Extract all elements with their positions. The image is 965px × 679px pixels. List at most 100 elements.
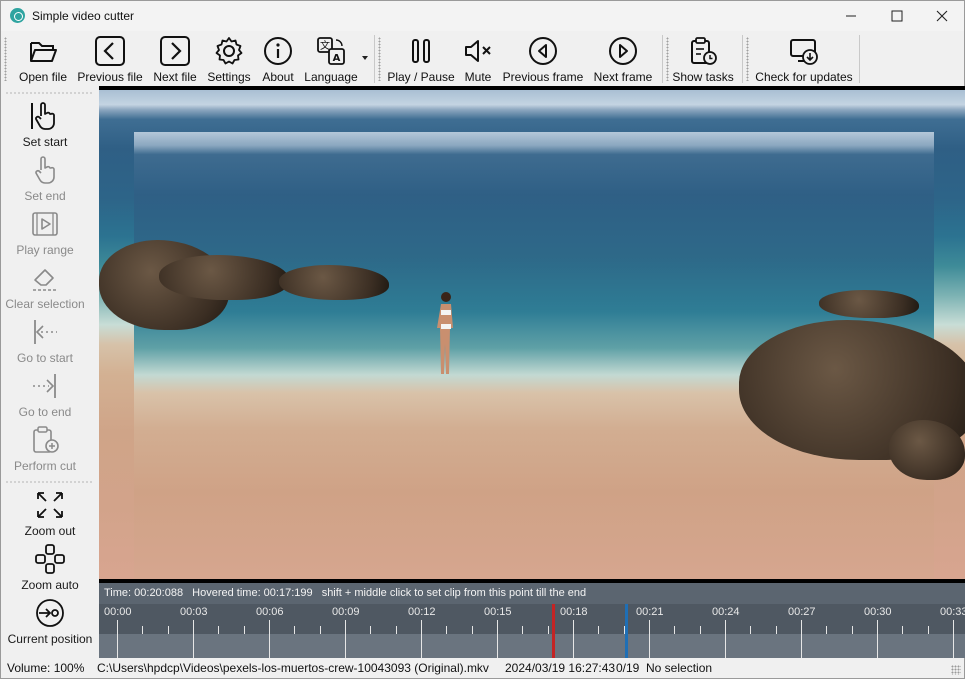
timeline-minor-tick: [320, 626, 321, 634]
timeline-minor-tick: [902, 626, 903, 634]
play-range-label: Play range: [16, 243, 74, 257]
go-to-end-button[interactable]: Go to end: [1, 368, 89, 420]
eraser-icon: [33, 269, 57, 291]
play-range-icon: [32, 212, 58, 236]
previous-frame-button[interactable]: Previous frame: [501, 33, 585, 84]
timeline-info-bar: Time: 00:20:088 Hovered time: 00:17:199 …: [99, 583, 965, 604]
current-time-text: Time: 00:20:088: [104, 587, 184, 599]
expand-arrows-icon: [37, 492, 63, 518]
close-button[interactable]: [919, 1, 965, 31]
chevron-right-icon: [160, 36, 190, 66]
play-pause-button[interactable]: Play / Pause: [387, 33, 455, 84]
previous-file-button[interactable]: Previous file: [76, 33, 144, 84]
toolbar-grip[interactable]: [746, 37, 749, 81]
hover-position-marker[interactable]: [552, 604, 555, 658]
resize-grip-icon[interactable]: [951, 665, 961, 675]
timeline-label: 00:15: [484, 606, 512, 618]
open-file-button[interactable]: Open file: [16, 33, 70, 84]
timeline-minor-tick: [472, 626, 473, 634]
timeline-label: 00:27: [788, 606, 816, 618]
clear-selection-label: Clear selection: [5, 297, 85, 311]
language-button[interactable]: 文A Language: [302, 33, 360, 84]
video-preview[interactable]: [99, 86, 965, 583]
timeline-minor-tick: [218, 626, 219, 634]
toolbar-separator: [662, 35, 663, 83]
timeline-major-tick: [573, 620, 574, 658]
next-frame-button[interactable]: Next frame: [591, 33, 655, 84]
file-path-status: C:\Users\hpdcp\Videos\pexels-los-muertos…: [97, 661, 489, 675]
zoom-out-button[interactable]: Zoom out: [6, 487, 94, 539]
timeline-minor-tick: [598, 626, 599, 634]
settings-button[interactable]: Settings: [205, 33, 253, 84]
next-frame-label: Next frame: [593, 70, 653, 84]
perform-cut-label: Perform cut: [13, 459, 76, 473]
video-frame-image: [99, 90, 965, 579]
timeline-label: 00:21: [636, 606, 664, 618]
timeline-major-tick: [117, 620, 118, 658]
check-updates-button[interactable]: Check for updates: [754, 33, 854, 84]
hand-pointer-end-icon: [35, 156, 55, 184]
timeline-label: 00:24: [712, 606, 740, 618]
current-position-button[interactable]: Current position: [6, 595, 94, 647]
timeline-minor-tick: [446, 626, 447, 634]
timeline-major-tick: [193, 620, 194, 658]
show-tasks-button[interactable]: Show tasks: [672, 33, 734, 84]
translate-icon: 文A: [317, 37, 345, 65]
timeline-track[interactable]: 00:00 00:03 00:06 00:09 00:12 00:15 00:18 00:21…: [99, 604, 965, 658]
check-updates-label: Check for updates: [755, 70, 853, 84]
next-file-button[interactable]: Next file: [150, 33, 200, 84]
minimize-button[interactable]: [828, 1, 874, 31]
file-date-status: 2024/03/19 16:27:43: [505, 661, 616, 675]
toolbar-grip[interactable]: [378, 37, 381, 81]
clear-selection-button[interactable]: Clear selection: [1, 260, 89, 312]
set-start-button[interactable]: Set start: [1, 98, 89, 150]
clipboard-add-icon: [33, 426, 59, 453]
timeline-major-tick: [497, 620, 498, 658]
close-icon: [936, 10, 948, 22]
play-range-button[interactable]: Play range: [1, 206, 89, 258]
language-label: Language: [304, 70, 358, 84]
move-arrows-icon: [35, 544, 65, 574]
timeline-minor-tick: [522, 626, 523, 634]
set-end-button[interactable]: Set end: [1, 152, 89, 204]
timeline-label: 00:33: [940, 606, 965, 618]
sidebar-grip[interactable]: [5, 481, 93, 483]
language-dropdown-arrow-icon[interactable]: [361, 55, 369, 61]
hand-pointer-start-icon: [31, 102, 55, 130]
sidebar-grip[interactable]: [5, 92, 93, 94]
timeline-minor-tick: [852, 626, 853, 634]
timeline-minor-tick: [396, 626, 397, 634]
target-arrow-icon: [36, 599, 64, 627]
perform-cut-button[interactable]: Perform cut: [1, 422, 89, 474]
next-file-label: Next file: [153, 70, 197, 84]
maximize-button[interactable]: [874, 1, 920, 31]
mute-button[interactable]: Mute: [460, 33, 496, 84]
timeline-major-tick: [801, 620, 802, 658]
timeline-hint-text: shift + middle click to set clip from th…: [321, 587, 587, 599]
go-to-start-label: Go to start: [16, 351, 74, 365]
toolbar-grip[interactable]: [4, 37, 7, 81]
zoom-auto-label: Zoom auto: [21, 578, 79, 592]
zoom-out-label: Zoom out: [24, 524, 76, 538]
toolbar-separator: [374, 35, 375, 83]
maximize-icon: [891, 10, 903, 22]
timeline-label: 00:18: [560, 606, 588, 618]
timeline-major-tick: [877, 620, 878, 658]
current-position-marker[interactable]: [625, 604, 628, 658]
about-button[interactable]: About: [258, 33, 298, 84]
timeline-label: 00:06: [256, 606, 284, 618]
main-toolbar: Open file Previous file Next file Settin…: [1, 31, 964, 86]
hovered-time-text: Hovered time: 00:17:199: [192, 587, 313, 599]
rock-left-3: [279, 265, 389, 300]
about-label: About: [262, 70, 294, 84]
show-tasks-label: Show tasks: [672, 70, 734, 84]
go-to-end-label: Go to end: [18, 405, 72, 419]
zoom-auto-button[interactable]: Zoom auto: [6, 541, 94, 593]
title-bar: Simple video cutter: [1, 1, 964, 31]
timeline-minor-tick: [142, 626, 143, 634]
timeline-minor-tick: [294, 626, 295, 634]
go-to-start-button[interactable]: Go to start: [1, 314, 89, 366]
toolbar-grip[interactable]: [666, 37, 669, 81]
app-window: Simple video cutter Open file Previous f…: [0, 0, 965, 679]
previous-file-label: Previous file: [77, 70, 143, 84]
